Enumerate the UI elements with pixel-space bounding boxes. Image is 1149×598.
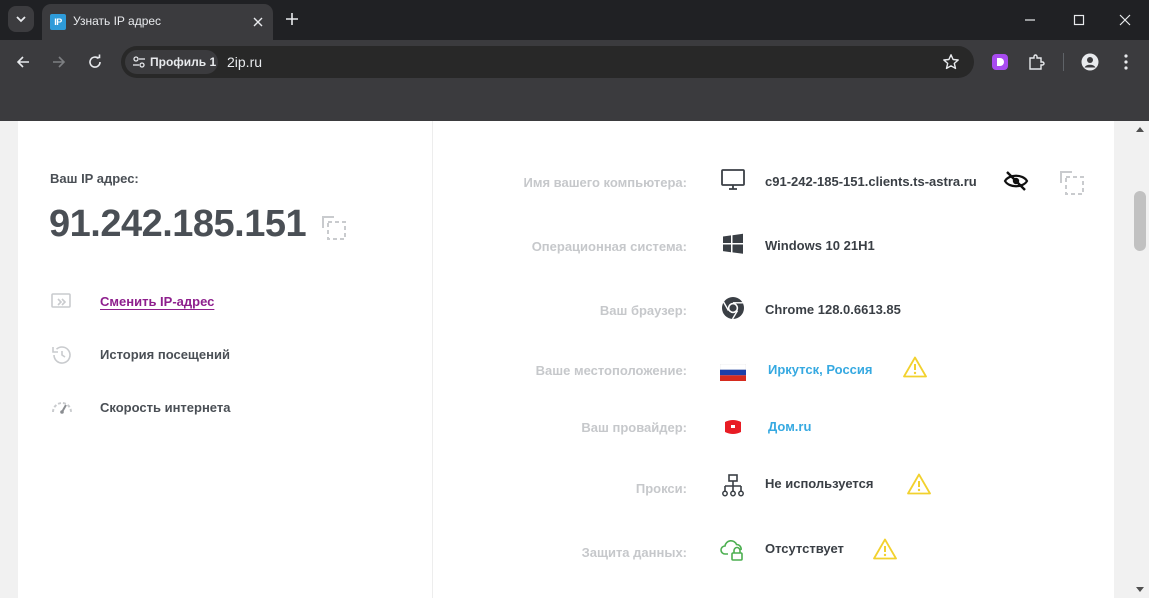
provider-logo-icon bbox=[720, 414, 746, 440]
cloud-lock-icon bbox=[720, 537, 746, 563]
location-link[interactable]: Иркутск, Россия bbox=[768, 362, 873, 377]
os-label: Операционная система: bbox=[531, 239, 687, 254]
history-icon bbox=[52, 346, 71, 364]
copy-hostname-icon[interactable] bbox=[1058, 169, 1086, 197]
windows-icon bbox=[720, 231, 746, 257]
toolbar-separator bbox=[1063, 53, 1064, 71]
change-ip-label[interactable]: Сменить IP-адрес bbox=[100, 294, 214, 309]
minimize-icon bbox=[1025, 19, 1035, 21]
ip-info-card: Ваш IP адрес: 91.242.185.151 Сменить IP-… bbox=[18, 121, 1114, 598]
provider-link[interactable]: Дом.ru bbox=[768, 419, 811, 434]
more-vert-icon bbox=[1124, 54, 1128, 70]
history-label[interactable]: История посещений bbox=[100, 347, 230, 362]
profile-label: Профиль 1 bbox=[150, 55, 217, 69]
arrow-right-icon bbox=[53, 56, 66, 68]
scroll-thumb[interactable] bbox=[1134, 191, 1146, 251]
ip-label: Ваш IP адрес: bbox=[50, 171, 139, 186]
account-button[interactable] bbox=[1080, 52, 1100, 72]
warning-icon[interactable] bbox=[873, 538, 897, 560]
tab-close-button[interactable] bbox=[251, 15, 265, 29]
maximize-button[interactable] bbox=[1067, 8, 1091, 32]
tab-title: Узнать IP адрес bbox=[73, 14, 162, 28]
new-tab-button[interactable] bbox=[283, 10, 301, 28]
close-icon bbox=[253, 17, 263, 27]
puzzle-icon bbox=[1029, 54, 1045, 70]
provider-label: Ваш провайдер: bbox=[581, 420, 687, 435]
os-value: Windows 10 21H1 bbox=[765, 238, 875, 253]
vertical-scrollbar[interactable] bbox=[1131, 121, 1149, 598]
tab-strip: IP Узнать IP адрес bbox=[0, 0, 1149, 40]
browser-value: Chrome 128.0.6613.85 bbox=[765, 302, 901, 317]
reload-icon bbox=[89, 54, 101, 68]
monitor-icon bbox=[720, 167, 746, 193]
maximize-icon bbox=[1073, 14, 1085, 26]
page-viewport: Ваш IP адрес: 91.242.185.151 Сменить IP-… bbox=[0, 121, 1131, 598]
close-window-button[interactable] bbox=[1113, 8, 1137, 32]
bookmark-star-icon[interactable] bbox=[942, 53, 960, 71]
computer-name-value: c91-242-185-151.clients.ts-astra.ru bbox=[765, 174, 977, 189]
warning-icon[interactable] bbox=[903, 356, 927, 378]
warning-icon[interactable] bbox=[907, 473, 931, 495]
speedometer-icon bbox=[52, 402, 72, 414]
change-ip-icon bbox=[51, 293, 71, 308]
hide-eye-icon[interactable] bbox=[1003, 171, 1029, 191]
minimize-button[interactable] bbox=[1018, 8, 1042, 32]
browser-tab[interactable]: IP Узнать IP адрес bbox=[42, 4, 273, 40]
chrome-icon bbox=[720, 295, 746, 321]
user-avatar-icon bbox=[1081, 53, 1099, 71]
bookmarks-area bbox=[0, 84, 1149, 121]
reload-button[interactable] bbox=[84, 51, 106, 73]
copy-icon[interactable] bbox=[320, 214, 348, 242]
proxy-network-icon bbox=[720, 473, 746, 499]
url-text[interactable]: 2ip.ru bbox=[227, 54, 262, 70]
address-bar[interactable]: Профиль 1 2ip.ru bbox=[121, 46, 974, 78]
scroll-down-arrow-icon[interactable] bbox=[1136, 587, 1144, 592]
plus-icon bbox=[286, 13, 298, 25]
data-protection-value: Отсутствует bbox=[765, 541, 844, 556]
speedtest-label[interactable]: Скорость интернета bbox=[100, 400, 230, 415]
computer-name-label: Имя вашего компьютера: bbox=[523, 175, 687, 190]
back-button[interactable] bbox=[12, 51, 34, 73]
arrow-left-icon bbox=[16, 56, 29, 68]
extension-d-icon bbox=[992, 54, 1008, 70]
proxy-value: Не используется bbox=[765, 476, 874, 491]
russia-flag-icon bbox=[720, 359, 746, 385]
column-divider bbox=[432, 121, 433, 598]
site-settings-icon bbox=[133, 56, 145, 68]
browser-toolbar: Профиль 1 2ip.ru bbox=[0, 40, 1149, 84]
data-protection-label: Защита данных: bbox=[581, 545, 687, 560]
extension-button[interactable] bbox=[990, 52, 1010, 72]
profile-chip[interactable]: Профиль 1 bbox=[125, 50, 218, 74]
close-icon bbox=[1119, 14, 1131, 26]
forward-button[interactable] bbox=[48, 51, 70, 73]
tab-search-button[interactable] bbox=[8, 6, 34, 32]
browser-menu-button[interactable] bbox=[1116, 52, 1136, 72]
favicon-icon: IP bbox=[50, 14, 66, 30]
browser-label: Ваш браузер: bbox=[599, 303, 687, 318]
extensions-menu-button[interactable] bbox=[1026, 52, 1046, 72]
location-label: Ваше местоположение: bbox=[535, 363, 687, 378]
proxy-label: Прокси: bbox=[635, 481, 687, 496]
chevron-down-icon bbox=[16, 16, 26, 23]
ip-address-value: 91.242.185.151 bbox=[49, 203, 307, 245]
scroll-up-arrow-icon[interactable] bbox=[1136, 127, 1144, 132]
